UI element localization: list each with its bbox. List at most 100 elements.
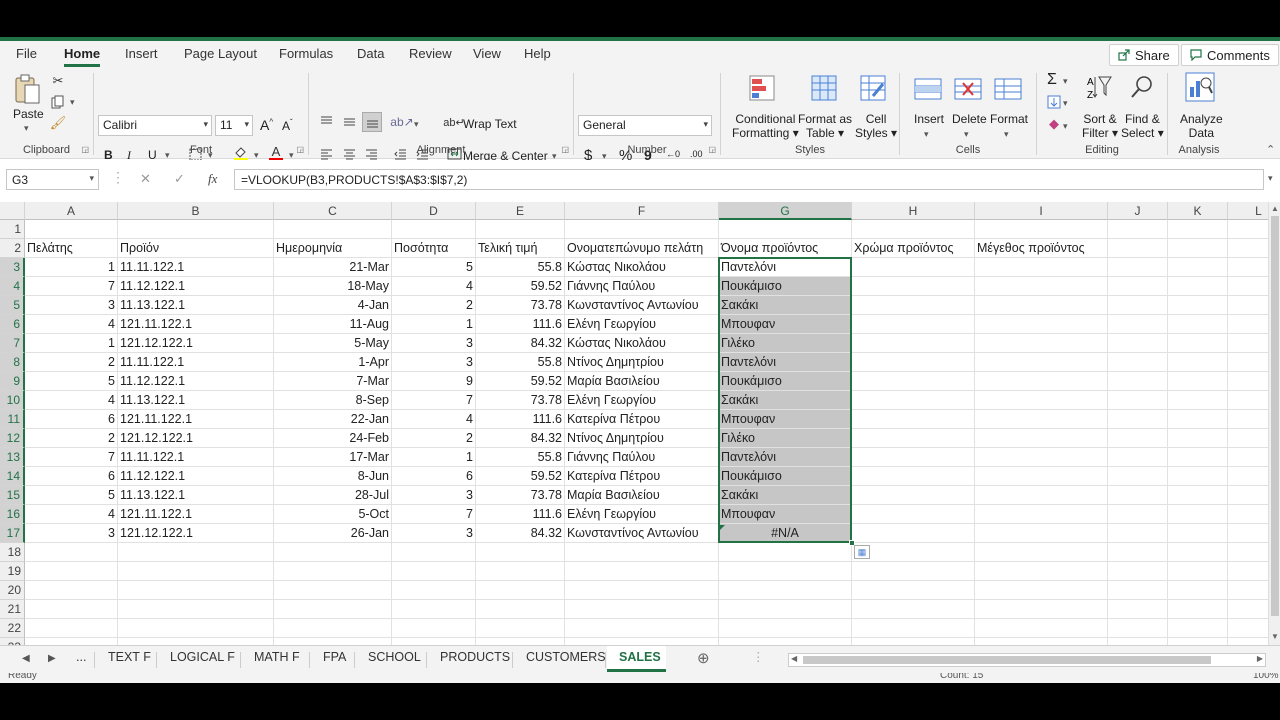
column-header-d[interactable]: D [392, 202, 476, 220]
cell-f15[interactable]: Μαρία Βασιλείου [565, 486, 719, 505]
status-zoom[interactable]: 100% [1253, 673, 1279, 681]
cell-k12[interactable] [1168, 429, 1228, 448]
cell-a4[interactable]: 7 [25, 277, 118, 296]
cell-l15[interactable] [1228, 486, 1268, 505]
insert-function-icon[interactable]: fx [208, 171, 217, 187]
row-header-20[interactable]: 20 [0, 581, 25, 600]
more-sheets-button[interactable]: ... [76, 650, 86, 664]
sheet-tab-school[interactable]: SCHOOL [368, 650, 421, 664]
format-as-table-button[interactable]: Format as Table ▾ [798, 112, 852, 140]
cell-a8[interactable]: 2 [25, 353, 118, 372]
cell-c5[interactable]: 4-Jan [274, 296, 392, 315]
cell-f12[interactable]: Ντίνος Δημητρίου [565, 429, 719, 448]
cell-e12[interactable]: 84.32 [476, 429, 565, 448]
cell-d2[interactable]: Ποσότητα [392, 239, 476, 258]
cell-b5[interactable]: 11.13.122.1 [118, 296, 274, 315]
sheet-tab-customers[interactable]: CUSTOMERS [526, 650, 606, 664]
cell-e1[interactable] [476, 220, 565, 239]
cell-j7[interactable] [1108, 334, 1168, 353]
cell-k15[interactable] [1168, 486, 1228, 505]
cell-b2[interactable]: Προϊόν [118, 239, 274, 258]
cell-l9[interactable] [1228, 372, 1268, 391]
insert-cells-button[interactable]: Insert [914, 112, 944, 126]
prev-sheet-icon[interactable]: ◀ [22, 653, 30, 664]
cell-i15[interactable] [975, 486, 1108, 505]
cell-l2[interactable] [1228, 239, 1268, 258]
cell-c6[interactable]: 11-Aug [274, 315, 392, 334]
cell-l16[interactable] [1228, 505, 1268, 524]
clipboard-launcher-icon[interactable]: ◲ [81, 145, 89, 154]
cell-e3[interactable]: 55.8 [476, 258, 565, 277]
cell-b16[interactable]: 121.11.122.1 [118, 505, 274, 524]
vertical-scrollbar[interactable]: ▲ ▼ [1268, 202, 1280, 645]
cell-f8[interactable]: Ντίνος Δημητρίου [565, 353, 719, 372]
row-header-15[interactable]: 15 [0, 486, 25, 505]
cell-g23[interactable] [719, 638, 852, 645]
row-header-16[interactable]: 16 [0, 505, 25, 524]
cell-d12[interactable]: 2 [392, 429, 476, 448]
cell-b10[interactable]: 11.13.122.1 [118, 391, 274, 410]
row-header-3[interactable]: 3 [0, 258, 25, 277]
cell-g14[interactable]: Πουκάμισο [719, 467, 852, 486]
cell-g22[interactable] [719, 619, 852, 638]
cell-g9[interactable]: Πουκάμισο [719, 372, 852, 391]
sheet-tab-fpa[interactable]: FPA [323, 650, 346, 664]
cell-a20[interactable] [25, 581, 118, 600]
cell-g19[interactable] [719, 562, 852, 581]
cell-k21[interactable] [1168, 600, 1228, 619]
row-header-12[interactable]: 12 [0, 429, 25, 448]
cell-d1[interactable] [392, 220, 476, 239]
cell-d17[interactable]: 3 [392, 524, 476, 543]
cell-a10[interactable]: 4 [25, 391, 118, 410]
cell-k1[interactable] [1168, 220, 1228, 239]
cell-b15[interactable]: 11.13.122.1 [118, 486, 274, 505]
cell-e19[interactable] [476, 562, 565, 581]
cell-i3[interactable] [975, 258, 1108, 277]
cell-a13[interactable]: 7 [25, 448, 118, 467]
delete-cells-button[interactable]: Delete [952, 112, 987, 126]
cell-b7[interactable]: 121.12.122.1 [118, 334, 274, 353]
cell-j20[interactable] [1108, 581, 1168, 600]
wrap-text-icon[interactable]: ab↵ [443, 114, 464, 130]
cell-j16[interactable] [1108, 505, 1168, 524]
next-sheet-icon[interactable]: ▶ [48, 653, 56, 664]
cell-h15[interactable] [852, 486, 975, 505]
cell-d22[interactable] [392, 619, 476, 638]
scroll-left-icon[interactable]: ◀ [791, 654, 797, 663]
cell-e21[interactable] [476, 600, 565, 619]
cell-j14[interactable] [1108, 467, 1168, 486]
quick-analysis-icon[interactable]: ▦ [854, 545, 870, 559]
cell-b22[interactable] [118, 619, 274, 638]
cell-c19[interactable] [274, 562, 392, 581]
font-name-combo[interactable]: Calibri ▾ [98, 115, 212, 136]
cell-d11[interactable]: 4 [392, 410, 476, 429]
cell-b11[interactable]: 121.11.122.1 [118, 410, 274, 429]
cell-c23[interactable] [274, 638, 392, 645]
cell-d23[interactable] [392, 638, 476, 645]
analyze-data-icon[interactable] [1184, 71, 1216, 103]
cell-k3[interactable] [1168, 258, 1228, 277]
column-header-f[interactable]: F [565, 202, 719, 220]
cell-c22[interactable] [274, 619, 392, 638]
collapse-ribbon-icon[interactable]: ⌃ [1266, 143, 1275, 156]
cell-k9[interactable] [1168, 372, 1228, 391]
cell-j21[interactable] [1108, 600, 1168, 619]
cell-a5[interactable]: 3 [25, 296, 118, 315]
clear-icon[interactable]: ◆ [1046, 116, 1062, 131]
cell-g20[interactable] [719, 581, 852, 600]
cell-k18[interactable] [1168, 543, 1228, 562]
scroll-up-icon[interactable]: ▲ [1271, 204, 1279, 213]
cell-i12[interactable] [975, 429, 1108, 448]
cell-k17[interactable] [1168, 524, 1228, 543]
cell-l13[interactable] [1228, 448, 1268, 467]
cell-e2[interactable]: Τελική τιμή [476, 239, 565, 258]
cell-l21[interactable] [1228, 600, 1268, 619]
cell-j19[interactable] [1108, 562, 1168, 581]
column-header-h[interactable]: H [852, 202, 975, 220]
sheet-tab-text-f[interactable]: TEXT F [108, 650, 151, 664]
increase-font-icon[interactable]: A^ [260, 117, 273, 133]
cell-f9[interactable]: Μαρία Βασιλείου [565, 372, 719, 391]
cell-l5[interactable] [1228, 296, 1268, 315]
cell-g17[interactable]: #N/A [719, 524, 852, 543]
cell-f2[interactable]: Ονοματεπώνυμο πελάτη [565, 239, 719, 258]
